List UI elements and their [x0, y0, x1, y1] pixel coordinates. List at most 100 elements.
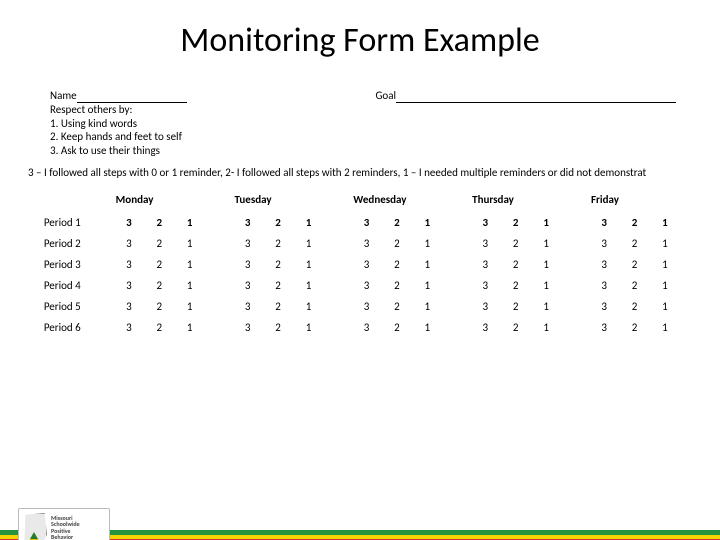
score-cell: 1 — [650, 212, 680, 233]
score-cell: 2 — [382, 275, 412, 296]
goal-label: Goal — [375, 89, 396, 102]
score-cell: 1 — [293, 317, 323, 338]
score-cell: 1 — [412, 233, 442, 254]
score-cell: 2 — [263, 212, 293, 233]
day-header: Thursday — [470, 189, 561, 212]
score-cell: 3 — [470, 233, 500, 254]
org-badge: Missouri Schoolwide Positive Behavior Su… — [18, 508, 110, 540]
slide: Monitoring Form Example Name Respect oth… — [0, 20, 720, 540]
score-table-wrap: Monday Tuesday Wednesday Thursday Friday… — [0, 179, 720, 338]
score-cell: 3 — [233, 296, 263, 317]
score-cell: 2 — [144, 275, 174, 296]
score-table: Monday Tuesday Wednesday Thursday Friday… — [28, 189, 708, 338]
score-cell: 1 — [531, 212, 561, 233]
score-cell: 3 — [470, 212, 500, 233]
score-cell: 1 — [293, 254, 323, 275]
score-cell: 2 — [501, 296, 531, 317]
score-cell: 2 — [619, 233, 649, 254]
gap-cell — [561, 275, 589, 296]
score-cell: 3 — [233, 233, 263, 254]
badge-text: Missouri Schoolwide Positive Behavior Su… — [51, 515, 80, 540]
page-title: Monitoring Form Example — [0, 20, 720, 61]
score-cell: 1 — [174, 233, 204, 254]
gap-cell — [205, 275, 233, 296]
gap-cell — [680, 254, 708, 275]
table-head: Monday Tuesday Wednesday Thursday Friday — [28, 189, 708, 212]
score-cell: 3 — [470, 296, 500, 317]
row-stub — [28, 317, 42, 338]
period-label: Period 1 — [42, 212, 114, 233]
score-cell: 2 — [144, 317, 174, 338]
row-stub — [28, 233, 42, 254]
score-cell: 3 — [470, 275, 500, 296]
score-cell: 3 — [589, 254, 619, 275]
gap-cell — [561, 233, 589, 254]
table-row: Period 6321321321321321 — [28, 317, 708, 338]
score-cell: 2 — [619, 317, 649, 338]
gap-cell — [680, 296, 708, 317]
score-cell: 2 — [144, 212, 174, 233]
score-cell: 2 — [144, 233, 174, 254]
score-cell: 3 — [114, 296, 144, 317]
score-cell: 2 — [144, 254, 174, 275]
meta-right: Goal — [375, 89, 676, 158]
gap-cell — [324, 296, 352, 317]
score-cell: 3 — [351, 317, 381, 338]
gap-cell — [205, 254, 233, 275]
score-cell: 1 — [650, 254, 680, 275]
score-cell: 2 — [619, 275, 649, 296]
gap-cell — [324, 275, 352, 296]
score-cell: 3 — [114, 317, 144, 338]
gap-cell — [443, 254, 471, 275]
name-label: Name — [50, 89, 77, 102]
score-cell: 2 — [619, 296, 649, 317]
score-cell: 3 — [114, 212, 144, 233]
row-stub — [28, 275, 42, 296]
score-cell: 2 — [501, 233, 531, 254]
score-cell: 2 — [501, 317, 531, 338]
score-cell: 2 — [501, 275, 531, 296]
score-cell: 1 — [412, 296, 442, 317]
score-cell: 2 — [619, 254, 649, 275]
gap-cell — [680, 275, 708, 296]
score-cell: 1 — [412, 212, 442, 233]
score-cell: 3 — [351, 275, 381, 296]
score-cell: 1 — [531, 275, 561, 296]
score-cell: 3 — [114, 254, 144, 275]
gap-cell — [205, 317, 233, 338]
scoring-legend: 3 – I followed all steps with 0 or 1 rem… — [0, 158, 720, 179]
score-cell: 2 — [382, 254, 412, 275]
gap-cell — [324, 212, 352, 233]
rule-3: 3. Ask to use their things — [50, 144, 187, 158]
score-cell: 2 — [619, 212, 649, 233]
score-cell: 2 — [263, 233, 293, 254]
table-row: Period 5321321321321321 — [28, 296, 708, 317]
score-cell: 1 — [531, 296, 561, 317]
period-label: Period 3 — [42, 254, 114, 275]
gap-cell — [443, 317, 471, 338]
score-cell: 2 — [263, 254, 293, 275]
gap-cell — [205, 296, 233, 317]
score-cell: 1 — [412, 254, 442, 275]
score-cell: 3 — [114, 275, 144, 296]
score-cell: 2 — [501, 254, 531, 275]
gap-cell — [205, 233, 233, 254]
score-cell: 3 — [589, 317, 619, 338]
name-blank — [77, 91, 187, 102]
rule-1: 1. Using kind words — [50, 117, 187, 131]
gap-cell — [324, 233, 352, 254]
score-cell: 3 — [233, 275, 263, 296]
score-cell: 1 — [650, 275, 680, 296]
score-cell: 2 — [263, 275, 293, 296]
day-header: Wednesday — [351, 189, 442, 212]
gap-cell — [680, 233, 708, 254]
table-body: Period 1321321321321321Period 2321321321… — [28, 212, 708, 338]
score-cell: 2 — [263, 317, 293, 338]
gap-cell — [324, 254, 352, 275]
score-cell: 3 — [470, 317, 500, 338]
meta-left: Name Respect others by: 1. Using kind wo… — [50, 89, 187, 158]
gap-cell — [443, 296, 471, 317]
table-row: Period 3321321321321321 — [28, 254, 708, 275]
badge-logo — [23, 513, 47, 540]
score-cell: 3 — [114, 233, 144, 254]
